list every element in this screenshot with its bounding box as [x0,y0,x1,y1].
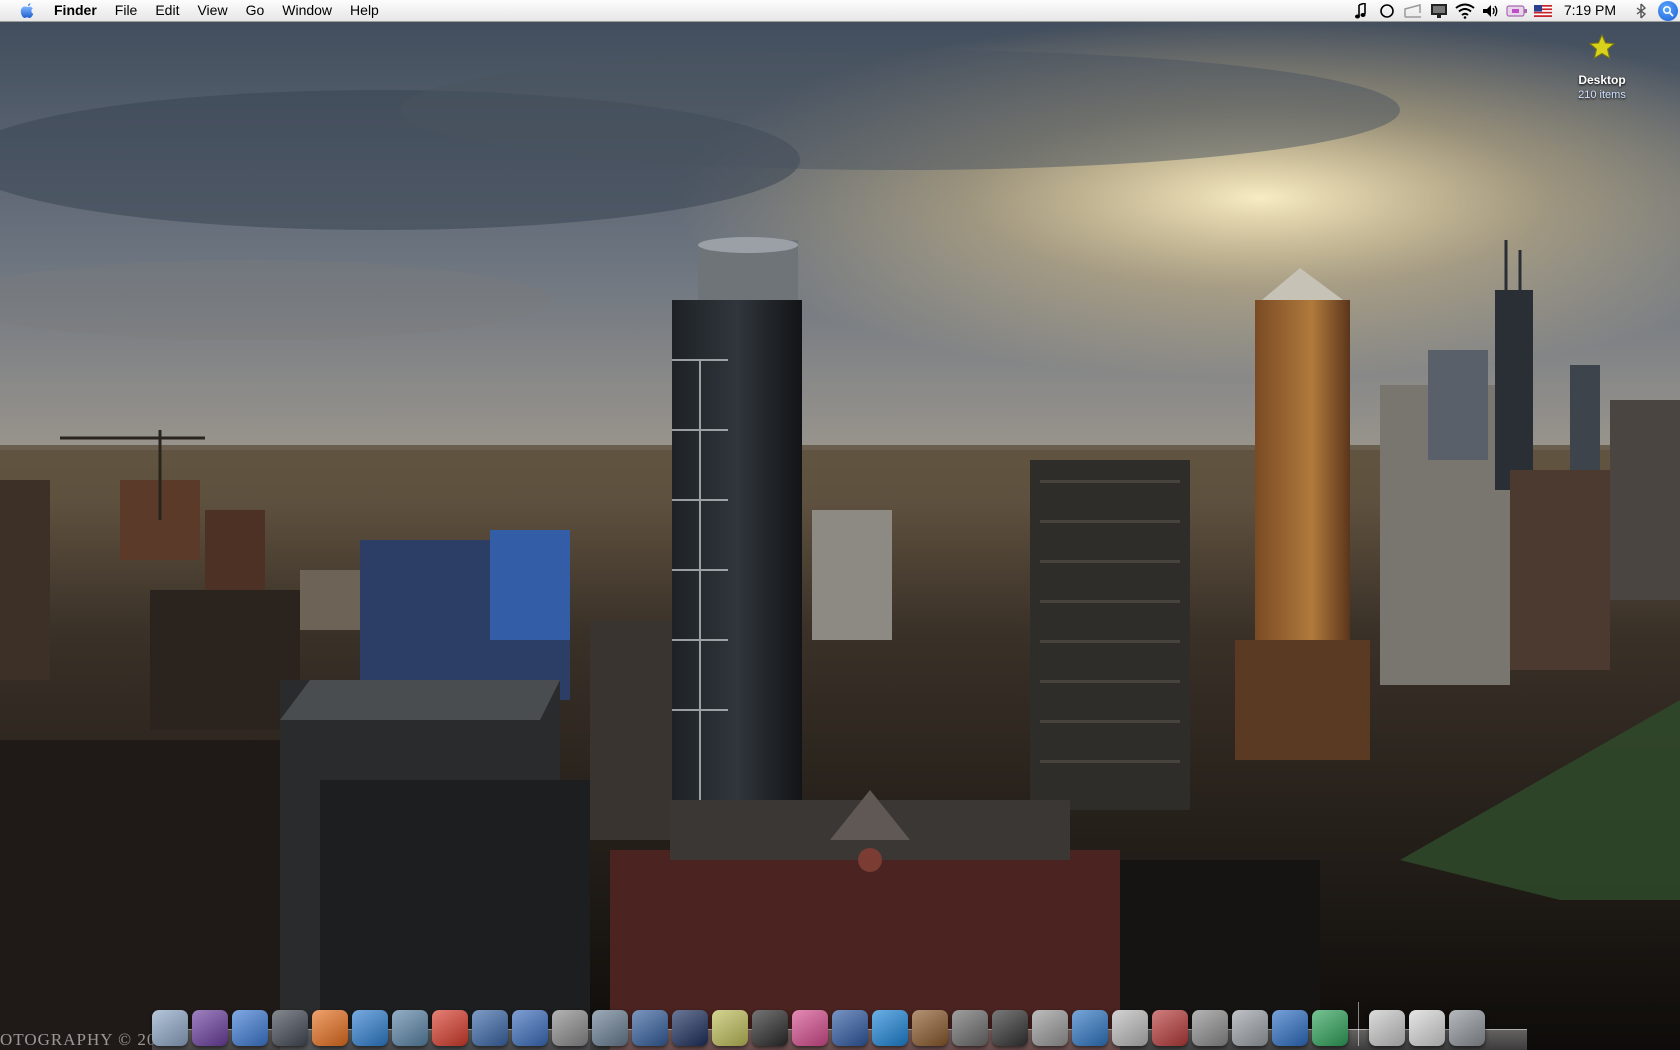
apple-logo-icon[interactable] [0,0,54,21]
firewire-icon[interactable] [992,1010,1028,1046]
dock-items [152,1002,1489,1046]
trash-icon[interactable] [1449,1010,1485,1046]
desktop-folder[interactable]: Desktop 210 items [1560,33,1644,101]
menu-go[interactable]: Go [237,0,274,21]
ichat-icon[interactable] [232,1010,268,1046]
volume-icon[interactable] [1478,0,1504,21]
music-note-icon[interactable] [1348,0,1374,21]
ical-icon[interactable] [432,1010,468,1046]
desktop-folder-count: 210 items [1578,89,1626,101]
dvd-player-icon[interactable] [872,1010,908,1046]
menu-extras: 7:19 PM [1348,0,1680,21]
star-folder-icon [1588,33,1616,60]
dvd-drive-icon[interactable] [1232,1010,1268,1046]
menu-help[interactable]: Help [341,0,388,21]
itunes-icon[interactable] [352,1010,388,1046]
menu-file[interactable]: File [106,0,147,21]
flower-icon[interactable] [792,1010,828,1046]
display-icon[interactable] [1426,0,1452,21]
photo-booth-icon[interactable] [952,1010,988,1046]
preview-icon[interactable] [392,1010,428,1046]
menu-app-name[interactable]: Finder [54,0,106,21]
sync-circle-icon[interactable] [1374,0,1400,21]
image-capture-icon[interactable] [592,1010,628,1046]
desktop-screen: Finder File Edit View Go Window Help 7:1… [0,0,1680,1050]
garageband-icon[interactable] [912,1010,948,1046]
menu-view[interactable]: View [188,0,236,21]
menu-bar: Finder File Edit View Go Window Help 7:1… [0,0,1680,22]
clapper-icon[interactable] [832,1010,868,1046]
archive-icon[interactable] [1032,1010,1068,1046]
dock-separator [1358,1002,1359,1046]
word-w-icon[interactable] [1272,1010,1308,1046]
downloads-stack-icon[interactable] [1409,1010,1445,1046]
dictionary-icon[interactable] [512,1010,548,1046]
ichat-e-icon[interactable] [192,1010,228,1046]
menu-bar-left: Finder File Edit View Go Window Help [0,0,388,21]
dictionary-aa-icon[interactable] [1152,1010,1188,1046]
imovie-star-icon[interactable] [672,1010,708,1046]
safari-icon[interactable] [272,1010,308,1046]
menu-clock[interactable]: 7:19 PM [1556,0,1628,21]
iphoto-icon[interactable] [472,1010,508,1046]
disk-utility-icon[interactable] [552,1010,588,1046]
documents-stack-icon[interactable] [1369,1010,1405,1046]
finder-icon[interactable] [152,1010,188,1046]
spotlight-search-icon[interactable] [1658,0,1678,21]
wallpaper-watermark: OTOGRAPHY © 2007 [0,1030,176,1049]
idvd-icon[interactable] [712,1010,748,1046]
bluetooth-icon[interactable] [1628,0,1654,21]
us-flag-icon[interactable] [1530,0,1556,21]
desktop-folder-label: Desktop [1578,73,1626,87]
desktop-wallpaper [0,0,1680,1050]
battery-icon[interactable] [1504,0,1530,21]
firefox-icon[interactable] [312,1010,348,1046]
menu-edit[interactable]: Edit [146,0,188,21]
textedit-icon[interactable] [1072,1010,1108,1046]
expose-icon[interactable] [632,1010,668,1046]
dock [152,1000,1527,1050]
wifi-icon[interactable] [1452,0,1478,21]
menu-window[interactable]: Window [273,0,341,21]
calculator-icon[interactable] [1192,1010,1228,1046]
dashboard-icon[interactable] [1312,1010,1348,1046]
time-machine-icon[interactable] [1400,0,1426,21]
apple-support-icon[interactable] [1112,1010,1148,1046]
aperture-icon[interactable] [752,1010,788,1046]
